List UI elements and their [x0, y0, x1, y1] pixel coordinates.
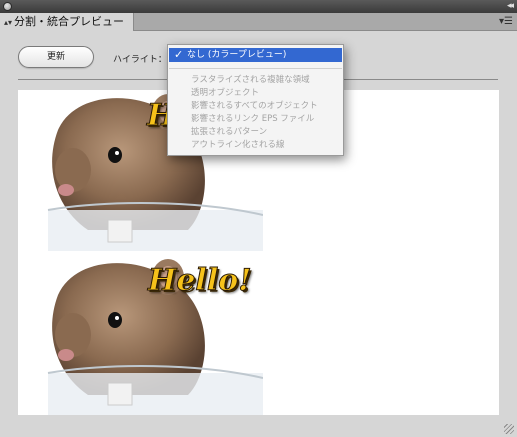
- resize-grip-icon[interactable]: [504, 424, 514, 434]
- hello-text-bottom: Hello!: [147, 263, 252, 299]
- highlight-label: ハイライト：: [113, 55, 167, 65]
- panel-menu-icon[interactable]: ▾☰: [499, 14, 513, 30]
- update-button[interactable]: 更新: [18, 46, 94, 68]
- menu-item-label: なし (カラープレビュー): [187, 50, 287, 60]
- menu-item-transparent-objects[interactable]: 透明オブジェクト: [191, 87, 259, 99]
- menu-item-outlined-strokes[interactable]: アウトライン化される線: [191, 139, 285, 151]
- menu-item-all-affected-objects[interactable]: 影響されるすべてのオブジェクト: [191, 100, 318, 112]
- menu-item-affected-linked-eps[interactable]: 影響されるリンク EPS ファイル: [191, 113, 314, 125]
- tab-label: 分割・統合プレビュー: [14, 15, 125, 28]
- close-icon[interactable]: [3, 2, 12, 11]
- menu-item-expanded-patterns[interactable]: 拡張されるパターン: [191, 126, 267, 138]
- collapse-icon[interactable]: ◂◂: [507, 0, 514, 13]
- menu-divider: [169, 68, 342, 69]
- tab-strip: ▴▾ 分割・統合プレビュー ▾☰: [0, 13, 517, 31]
- menu-item-none-color-preview[interactable]: ✓ なし (カラープレビュー): [169, 48, 342, 62]
- tab-arrows-icon: ▴▾: [4, 18, 13, 27]
- tab-flattener-preview[interactable]: ▴▾ 分割・統合プレビュー: [0, 13, 134, 31]
- menu-item-rasterized-complex-regions[interactable]: ラスタライズされる複雑な領域: [191, 74, 310, 86]
- panel-titlebar: ◂◂: [0, 0, 517, 13]
- checkmark-icon: ✓: [174, 48, 184, 61]
- highlight-dropdown-menu[interactable]: ✓ なし (カラープレビュー) ラスタライズされる複雑な領域 透明オブジェクト 影…: [167, 44, 344, 156]
